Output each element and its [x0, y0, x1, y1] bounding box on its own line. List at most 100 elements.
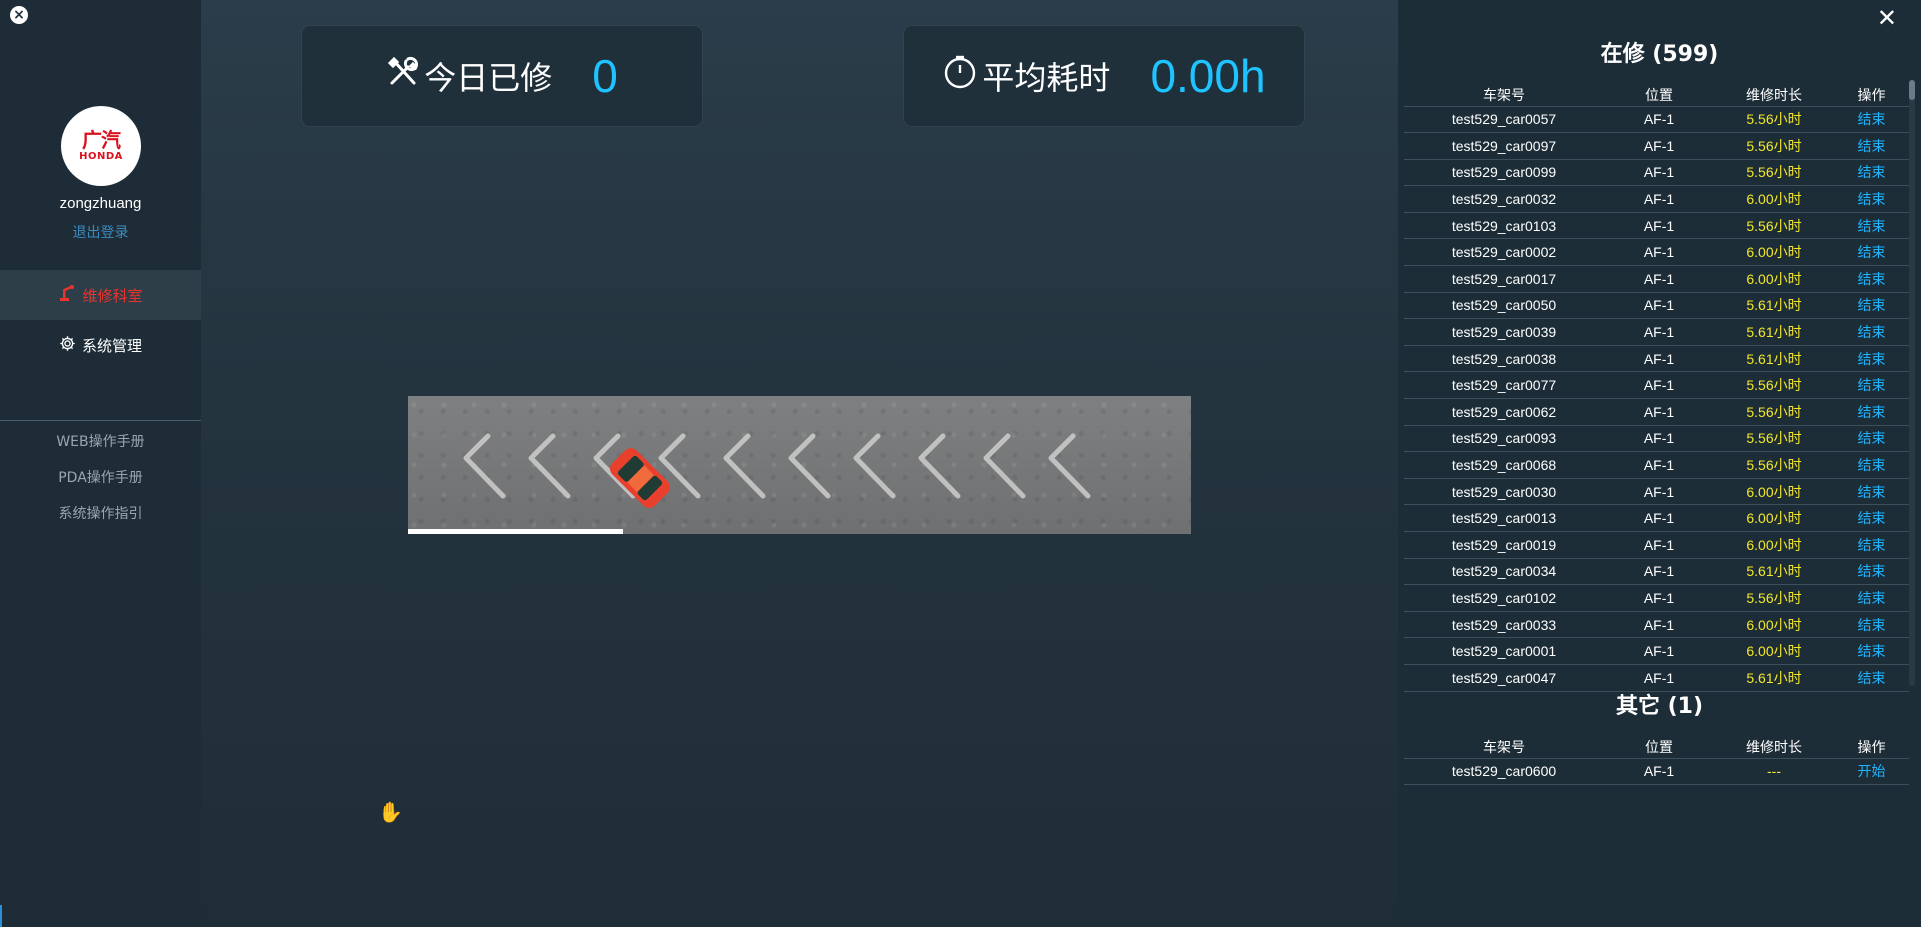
duration-cell: 6.00小时: [1746, 643, 1802, 660]
table-row: test529_car0093 AF-1 5.56小时 结束: [1404, 425, 1909, 452]
position-cell: AF-1: [1643, 350, 1675, 367]
table-row: test529_car0600 AF-1 --- 开始: [1404, 758, 1909, 785]
action-link[interactable]: 结束: [1834, 292, 1909, 319]
frame-number-cell: test529_car0019: [1451, 536, 1557, 553]
position-cell: AF-1: [1643, 589, 1675, 606]
action-link[interactable]: 结束: [1834, 399, 1909, 426]
action-link[interactable]: 结束: [1834, 133, 1909, 160]
action-link[interactable]: 结束: [1834, 372, 1909, 399]
position-cell: AF-1: [1643, 270, 1675, 287]
stopwatch-icon: [942, 54, 978, 99]
frame-number-cell: test529_car0103: [1451, 217, 1557, 234]
system-guide-link[interactable]: 系统操作指引: [0, 503, 201, 523]
frame-number-cell: test529_car0097: [1451, 137, 1557, 154]
duration-cell: 5.56小时: [1746, 377, 1802, 394]
duration-cell: 5.61小时: [1746, 324, 1802, 341]
action-link[interactable]: 结束: [1834, 505, 1909, 532]
action-link[interactable]: 结束: [1834, 638, 1909, 665]
scrollbar[interactable]: [1909, 80, 1915, 686]
action-link[interactable]: 结束: [1834, 319, 1909, 346]
in-repair-title: 在修 (599): [1600, 42, 1719, 67]
action-link[interactable]: 结束: [1834, 532, 1909, 559]
action-link[interactable]: 结束: [1834, 425, 1909, 452]
position-cell: AF-1: [1643, 616, 1675, 633]
action-link[interactable]: 结束: [1834, 345, 1909, 372]
position-cell: AF-1: [1643, 164, 1675, 181]
frame-number-cell: test529_car0034: [1451, 563, 1557, 580]
frame-number-cell: test529_car0001: [1451, 643, 1557, 660]
table-row: test529_car0013 AF-1 6.00小时 结束: [1404, 505, 1909, 532]
col-header: 位置: [1645, 86, 1673, 103]
col-header: 维修时长: [1746, 86, 1802, 103]
action-link[interactable]: 结束: [1834, 106, 1909, 133]
frame-number-cell: test529_car0057: [1451, 111, 1557, 128]
position-cell: AF-1: [1643, 643, 1675, 660]
duration-cell: 6.00小时: [1746, 270, 1802, 287]
scrollbar-thumb[interactable]: [1909, 80, 1915, 100]
frame-number-cell: test529_car0038: [1451, 350, 1557, 367]
action-link[interactable]: 结束: [1834, 558, 1909, 585]
gear-icon: [59, 335, 76, 356]
table-row: test529_car0002 AF-1 6.00小时 结束: [1404, 239, 1909, 266]
web-manual-link[interactable]: WEB操作手册: [0, 431, 201, 451]
duration-cell: 5.61小时: [1746, 563, 1802, 580]
table-row: test529_car0077 AF-1 5.56小时 结束: [1404, 372, 1909, 399]
position-cell: AF-1: [1643, 563, 1675, 580]
action-link[interactable]: 结束: [1834, 478, 1909, 505]
col-header: 车架号: [1483, 738, 1525, 755]
logout-link[interactable]: 退出登录: [0, 222, 201, 242]
action-link[interactable]: 结束: [1834, 239, 1909, 266]
table-row: test529_car0033 AF-1 6.00小时 结束: [1404, 611, 1909, 638]
action-link[interactable]: 结束: [1834, 159, 1909, 186]
col-header: 操作: [1857, 86, 1886, 103]
duration-cell: 5.56小时: [1746, 137, 1802, 154]
frame-number-cell: test529_car0102: [1451, 589, 1557, 606]
action-link[interactable]: 结束: [1834, 212, 1909, 239]
bottom-marker: [0, 905, 2, 927]
brand-logo: 广汽 HONDA: [61, 106, 141, 186]
action-link[interactable]: 结束: [1834, 452, 1909, 479]
col-header: 位置: [1645, 738, 1673, 755]
avg-time-value: 0.00h: [1150, 50, 1266, 102]
table-row: test529_car0062 AF-1 5.56小时 结束: [1404, 399, 1909, 426]
action-link[interactable]: 结束: [1834, 585, 1909, 612]
repaired-today-card: 今日已修 0: [302, 26, 702, 126]
loading-parking-scene: [408, 396, 1191, 534]
pda-manual-link[interactable]: PDA操作手册: [0, 467, 201, 487]
action-link[interactable]: 结束: [1834, 266, 1909, 293]
table-row: test529_car0039 AF-1 5.61小时 结束: [1404, 319, 1909, 346]
logo-text-top: 广汽: [82, 128, 121, 152]
table-row: test529_car0097 AF-1 5.56小时 结束: [1404, 133, 1909, 160]
col-header: 操作: [1857, 738, 1886, 755]
frame-number-cell: test529_car0033: [1451, 616, 1557, 633]
duration-cell: 6.00小时: [1746, 483, 1802, 500]
sidebar-divider: [0, 420, 201, 421]
nav-item-repair-dept[interactable]: 维修科室: [0, 270, 201, 320]
duration-cell: 6.00小时: [1746, 510, 1802, 527]
right-panel: ✕ 在修 (599) 车架号 位置 维修时长 操作 test529_car005…: [1398, 0, 1921, 927]
frame-number-cell: test529_car0030: [1451, 483, 1557, 500]
close-icon[interactable]: ✕: [1877, 4, 1897, 32]
duration-cell: 5.56小时: [1746, 457, 1802, 474]
duration-cell: 5.56小时: [1746, 589, 1802, 606]
other-title: 其它 (1): [1615, 694, 1704, 719]
action-link[interactable]: 结束: [1834, 186, 1909, 213]
position-cell: AF-1: [1643, 763, 1675, 780]
position-cell: AF-1: [1643, 111, 1675, 128]
duration-cell: 6.00小时: [1746, 536, 1802, 553]
position-cell: AF-1: [1643, 377, 1675, 394]
logo-text-bottom: HONDA: [79, 151, 123, 162]
other-table: 车架号 位置 维修时长 操作 test529_car0600 AF-1 --- 开始: [1404, 736, 1909, 785]
nav-item-system-admin[interactable]: 系统管理: [0, 320, 201, 370]
duration-cell: 5.56小时: [1746, 111, 1802, 128]
action-link[interactable]: 开始: [1834, 758, 1909, 785]
frame-number-cell: test529_car0068: [1451, 457, 1557, 474]
username: zongzhuang: [59, 195, 142, 212]
in-repair-table: 车架号 位置 维修时长 操作 test529_car0057 AF-1 5.56小时…: [1404, 84, 1909, 692]
frame-number-cell: test529_car0017: [1451, 270, 1557, 287]
frame-number-cell: test529_car0032: [1451, 191, 1557, 208]
close-app-icon[interactable]: ×: [10, 6, 28, 24]
parking-lines: [463, 433, 1091, 508]
frame-number-cell: test529_car0600: [1451, 763, 1557, 780]
action-link[interactable]: 结束: [1834, 611, 1909, 638]
